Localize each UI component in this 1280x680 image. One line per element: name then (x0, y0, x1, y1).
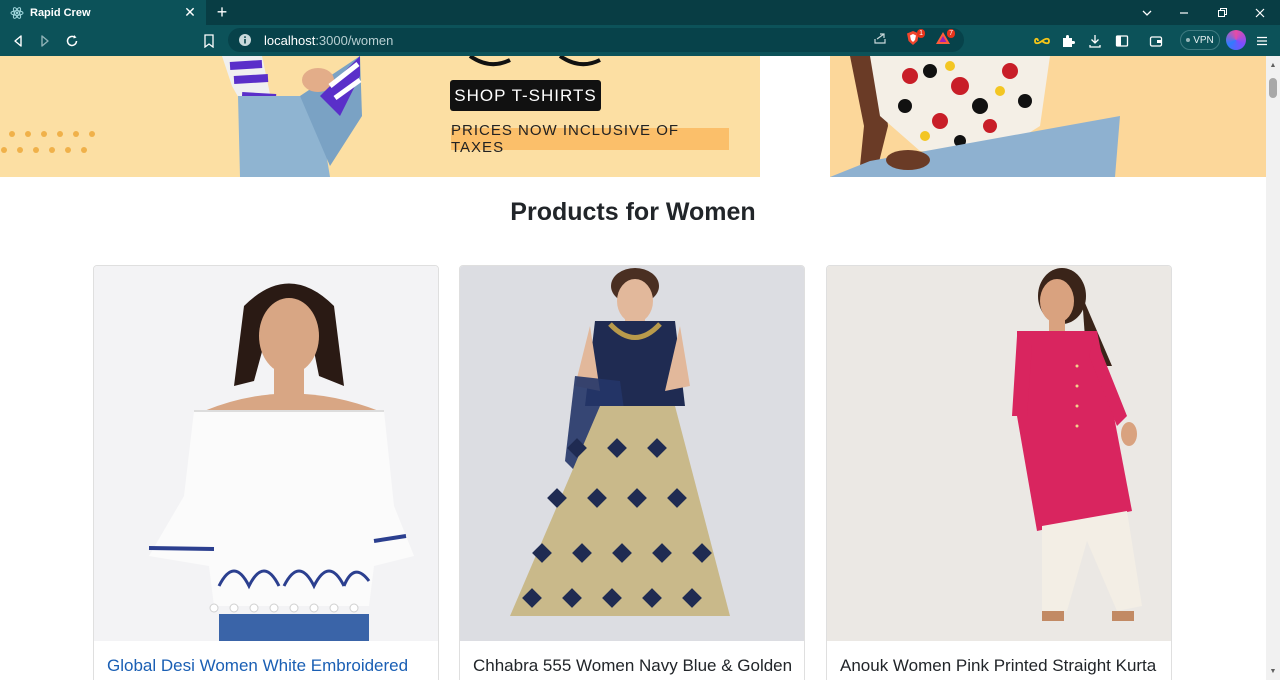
new-tab-button[interactable]: + (212, 3, 232, 23)
prices-inclusive-tag: PRICES NOW INCLUSIVE OF TAXES (451, 122, 729, 156)
shop-tshirts-button[interactable]: SHOP T-SHIRTS (450, 80, 601, 111)
product-title[interactable]: Global Desi Women White Embroidered Bard… (107, 654, 427, 680)
product-image[interactable] (94, 266, 438, 641)
extensions-puzzle-icon[interactable] (1057, 30, 1079, 52)
back-icon[interactable] (8, 31, 28, 51)
banner-left-panel: SHOP T-SHIRTS PRICES NOW INCLUSIVE OF TA… (0, 56, 760, 177)
restore-window-icon[interactable] (1203, 0, 1241, 25)
url-path: :3000/women (315, 32, 394, 48)
url-text[interactable]: localhost:3000/women (264, 33, 393, 48)
menu-icon[interactable] (1251, 30, 1273, 52)
banner-right-panel (830, 56, 1266, 177)
info-icon[interactable] (238, 33, 252, 47)
product-image[interactable] (460, 266, 804, 641)
share-icon[interactable] (871, 29, 889, 47)
address-bar[interactable]: localhost:3000/women (228, 28, 964, 52)
product-card[interactable]: Chhabra 555 Women Navy Blue & Golden Mad… (459, 265, 805, 680)
scroll-up-arrow-icon[interactable]: ▲ (1269, 62, 1277, 70)
sidebar-icon[interactable] (1111, 30, 1133, 52)
brave-rewards-icon[interactable]: 7 (934, 29, 955, 47)
page-scrollbar[interactable]: ▲ ▼ (1266, 56, 1280, 680)
tab-search-chevron-icon[interactable] (1128, 0, 1166, 25)
decorative-dots (1, 131, 95, 153)
forward-icon[interactable] (35, 31, 55, 51)
browser-toolbar: localhost:3000/women 1 7 VPN (0, 25, 1280, 56)
banner-model-image (222, 56, 601, 177)
extension-infinity-icon[interactable] (1031, 30, 1053, 52)
wallet-icon[interactable] (1145, 30, 1167, 52)
hero-banner[interactable]: SHOP T-SHIRTS PRICES NOW INCLUSIVE OF TA… (0, 56, 1266, 177)
vpn-label: VPN (1193, 34, 1214, 46)
scroll-thumb[interactable] (1269, 78, 1277, 98)
bookmark-icon[interactable] (199, 31, 219, 51)
minimize-window-icon[interactable] (1165, 0, 1203, 25)
close-window-icon[interactable] (1241, 0, 1279, 25)
product-card[interactable]: Global Desi Women White Embroidered Bard… (93, 265, 439, 680)
scroll-down-arrow-icon[interactable]: ▼ (1269, 668, 1277, 676)
vpn-status-dot-icon (1186, 38, 1191, 42)
vpn-button[interactable]: VPN (1180, 30, 1220, 50)
tab-title: Rapid Crew (30, 6, 91, 19)
download-icon[interactable] (1084, 30, 1106, 52)
product-title[interactable]: Chhabra 555 Women Navy Blue & Golden Mad… (473, 654, 793, 680)
url-host: localhost (264, 32, 316, 48)
section-title: Products for Women (510, 198, 756, 226)
banner-model-image-right (830, 56, 1120, 177)
tab-strip: Rapid Crew ✕ + (0, 0, 1280, 25)
banner-divider (760, 56, 830, 177)
tab-close-icon[interactable]: ✕ (182, 4, 198, 20)
shield-count-badge: 1 (917, 29, 925, 38)
product-title[interactable]: Anouk Women Pink Printed Straight Kurta (840, 654, 1160, 678)
brave-shield-icon[interactable]: 1 (904, 29, 925, 47)
react-favicon-icon (10, 6, 24, 20)
page-viewport: SHOP T-SHIRTS PRICES NOW INCLUSIVE OF TA… (0, 56, 1266, 680)
reload-icon[interactable] (62, 31, 82, 51)
rewards-count-badge: 7 (947, 29, 955, 38)
browser-tab-active[interactable]: Rapid Crew ✕ (0, 0, 206, 25)
product-card[interactable]: Anouk Women Pink Printed Straight Kurta (826, 265, 1172, 680)
product-image[interactable] (827, 266, 1171, 641)
profile-avatar[interactable] (1226, 30, 1246, 50)
